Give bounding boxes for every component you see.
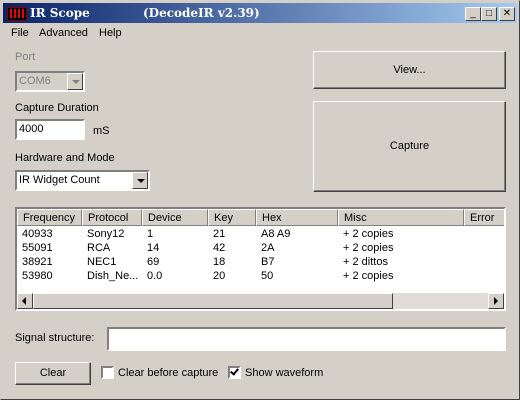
capture-duration-input[interactable]: 4000 [15,119,85,140]
chevron-down-icon [67,73,83,90]
column-error[interactable]: Error [464,209,504,226]
close-button[interactable]: ✕ [499,7,515,21]
cell-protocol: RCA [87,242,111,254]
hardware-value: IR Widget Count [19,174,100,186]
column-protocol[interactable]: Protocol [82,209,142,226]
capture-duration-unit: mS [93,125,110,137]
maximize-button[interactable]: □ [481,7,497,21]
cell-misc: + 2 copies [343,242,394,254]
cell-hex: 50 [261,270,274,282]
table-row[interactable]: 38921 NEC1 69 18 B7 + 2 dittos [17,255,504,269]
clear-before-capture-checkbox[interactable] [101,366,114,379]
results-table[interactable]: Frequency Protocol Device Key Hex Misc E… [15,207,506,311]
minimize-button[interactable]: _ [465,7,481,21]
table-header: Frequency Protocol Device Key Hex Misc E… [17,209,504,226]
table-row[interactable]: 55091 RCA 14 42 2A + 2 copies [17,241,504,255]
cell-frequency: 38921 [22,256,53,268]
cell-key: 20 [213,270,226,282]
menu-help[interactable]: Help [99,27,122,39]
table-row[interactable]: 53980 Dish_Ne... 0.0 20 50 + 2 copies [17,269,504,283]
column-hex[interactable]: Hex [256,209,338,226]
view-button[interactable]: View... [313,51,506,89]
column-misc[interactable]: Misc [338,209,464,226]
cell-protocol: Sony12 [87,228,125,240]
cell-frequency: 40933 [22,228,53,240]
menu-file[interactable]: File [11,27,29,39]
scroll-left-button[interactable] [17,293,33,309]
cell-device: 0.0 [147,270,163,282]
cell-misc: + 2 copies [343,270,394,282]
title-bar[interactable]: IR Scope (DecodeIR v2.39) _ □ ✕ [3,3,517,23]
port-value: COM6 [19,75,51,87]
scroll-right-button[interactable] [488,293,504,309]
cell-protocol: NEC1 [87,256,117,268]
capture-duration-value: 4000 [19,123,44,135]
clear-before-capture-label[interactable]: Clear before capture [118,367,218,379]
show-waveform-checkbox[interactable] [228,366,241,379]
scroll-thumb[interactable] [33,293,393,309]
menu-advanced[interactable]: Advanced [39,27,88,39]
signal-structure-field[interactable] [107,327,506,351]
column-device[interactable]: Device [142,209,208,226]
app-window: IR Scope (DecodeIR v2.39) _ □ ✕ File Adv… [0,0,520,400]
column-frequency[interactable]: Frequency [17,209,82,226]
window-version: (DecodeIR v2.39) [143,6,260,20]
chevron-down-icon [132,172,148,189]
hardware-label: Hardware and Mode [15,152,115,164]
cell-hex: B7 [261,256,275,268]
cell-key: 21 [213,228,226,240]
cell-misc: + 2 copies [343,228,394,240]
cell-hex: 2A [261,242,275,254]
column-key[interactable]: Key [208,209,256,226]
clear-button[interactable]: Clear [15,362,91,385]
signal-structure-label: Signal structure: [15,332,95,344]
cell-device: 69 [147,256,160,268]
capture-button[interactable]: Capture [313,101,506,192]
port-select[interactable]: COM6 [15,71,85,92]
port-label: Port [15,51,36,63]
app-icon [7,7,27,21]
window-title: IR Scope [30,6,90,20]
horizontal-scrollbar[interactable] [17,293,504,309]
cell-device: 1 [147,228,154,240]
cell-frequency: 55091 [22,242,53,254]
capture-duration-label: Capture Duration [15,102,99,114]
cell-frequency: 53980 [22,270,53,282]
cell-key: 18 [213,256,226,268]
cell-device: 14 [147,242,160,254]
show-waveform-label[interactable]: Show waveform [245,367,323,379]
table-row[interactable]: 40933 Sony12 1 21 A8 A9 + 2 copies [17,227,504,241]
cell-protocol: Dish_Ne... [87,270,139,282]
hardware-select[interactable]: IR Widget Count [15,170,150,191]
cell-misc: + 2 dittos [343,256,388,268]
cell-hex: A8 A9 [261,228,291,240]
cell-key: 42 [213,242,226,254]
